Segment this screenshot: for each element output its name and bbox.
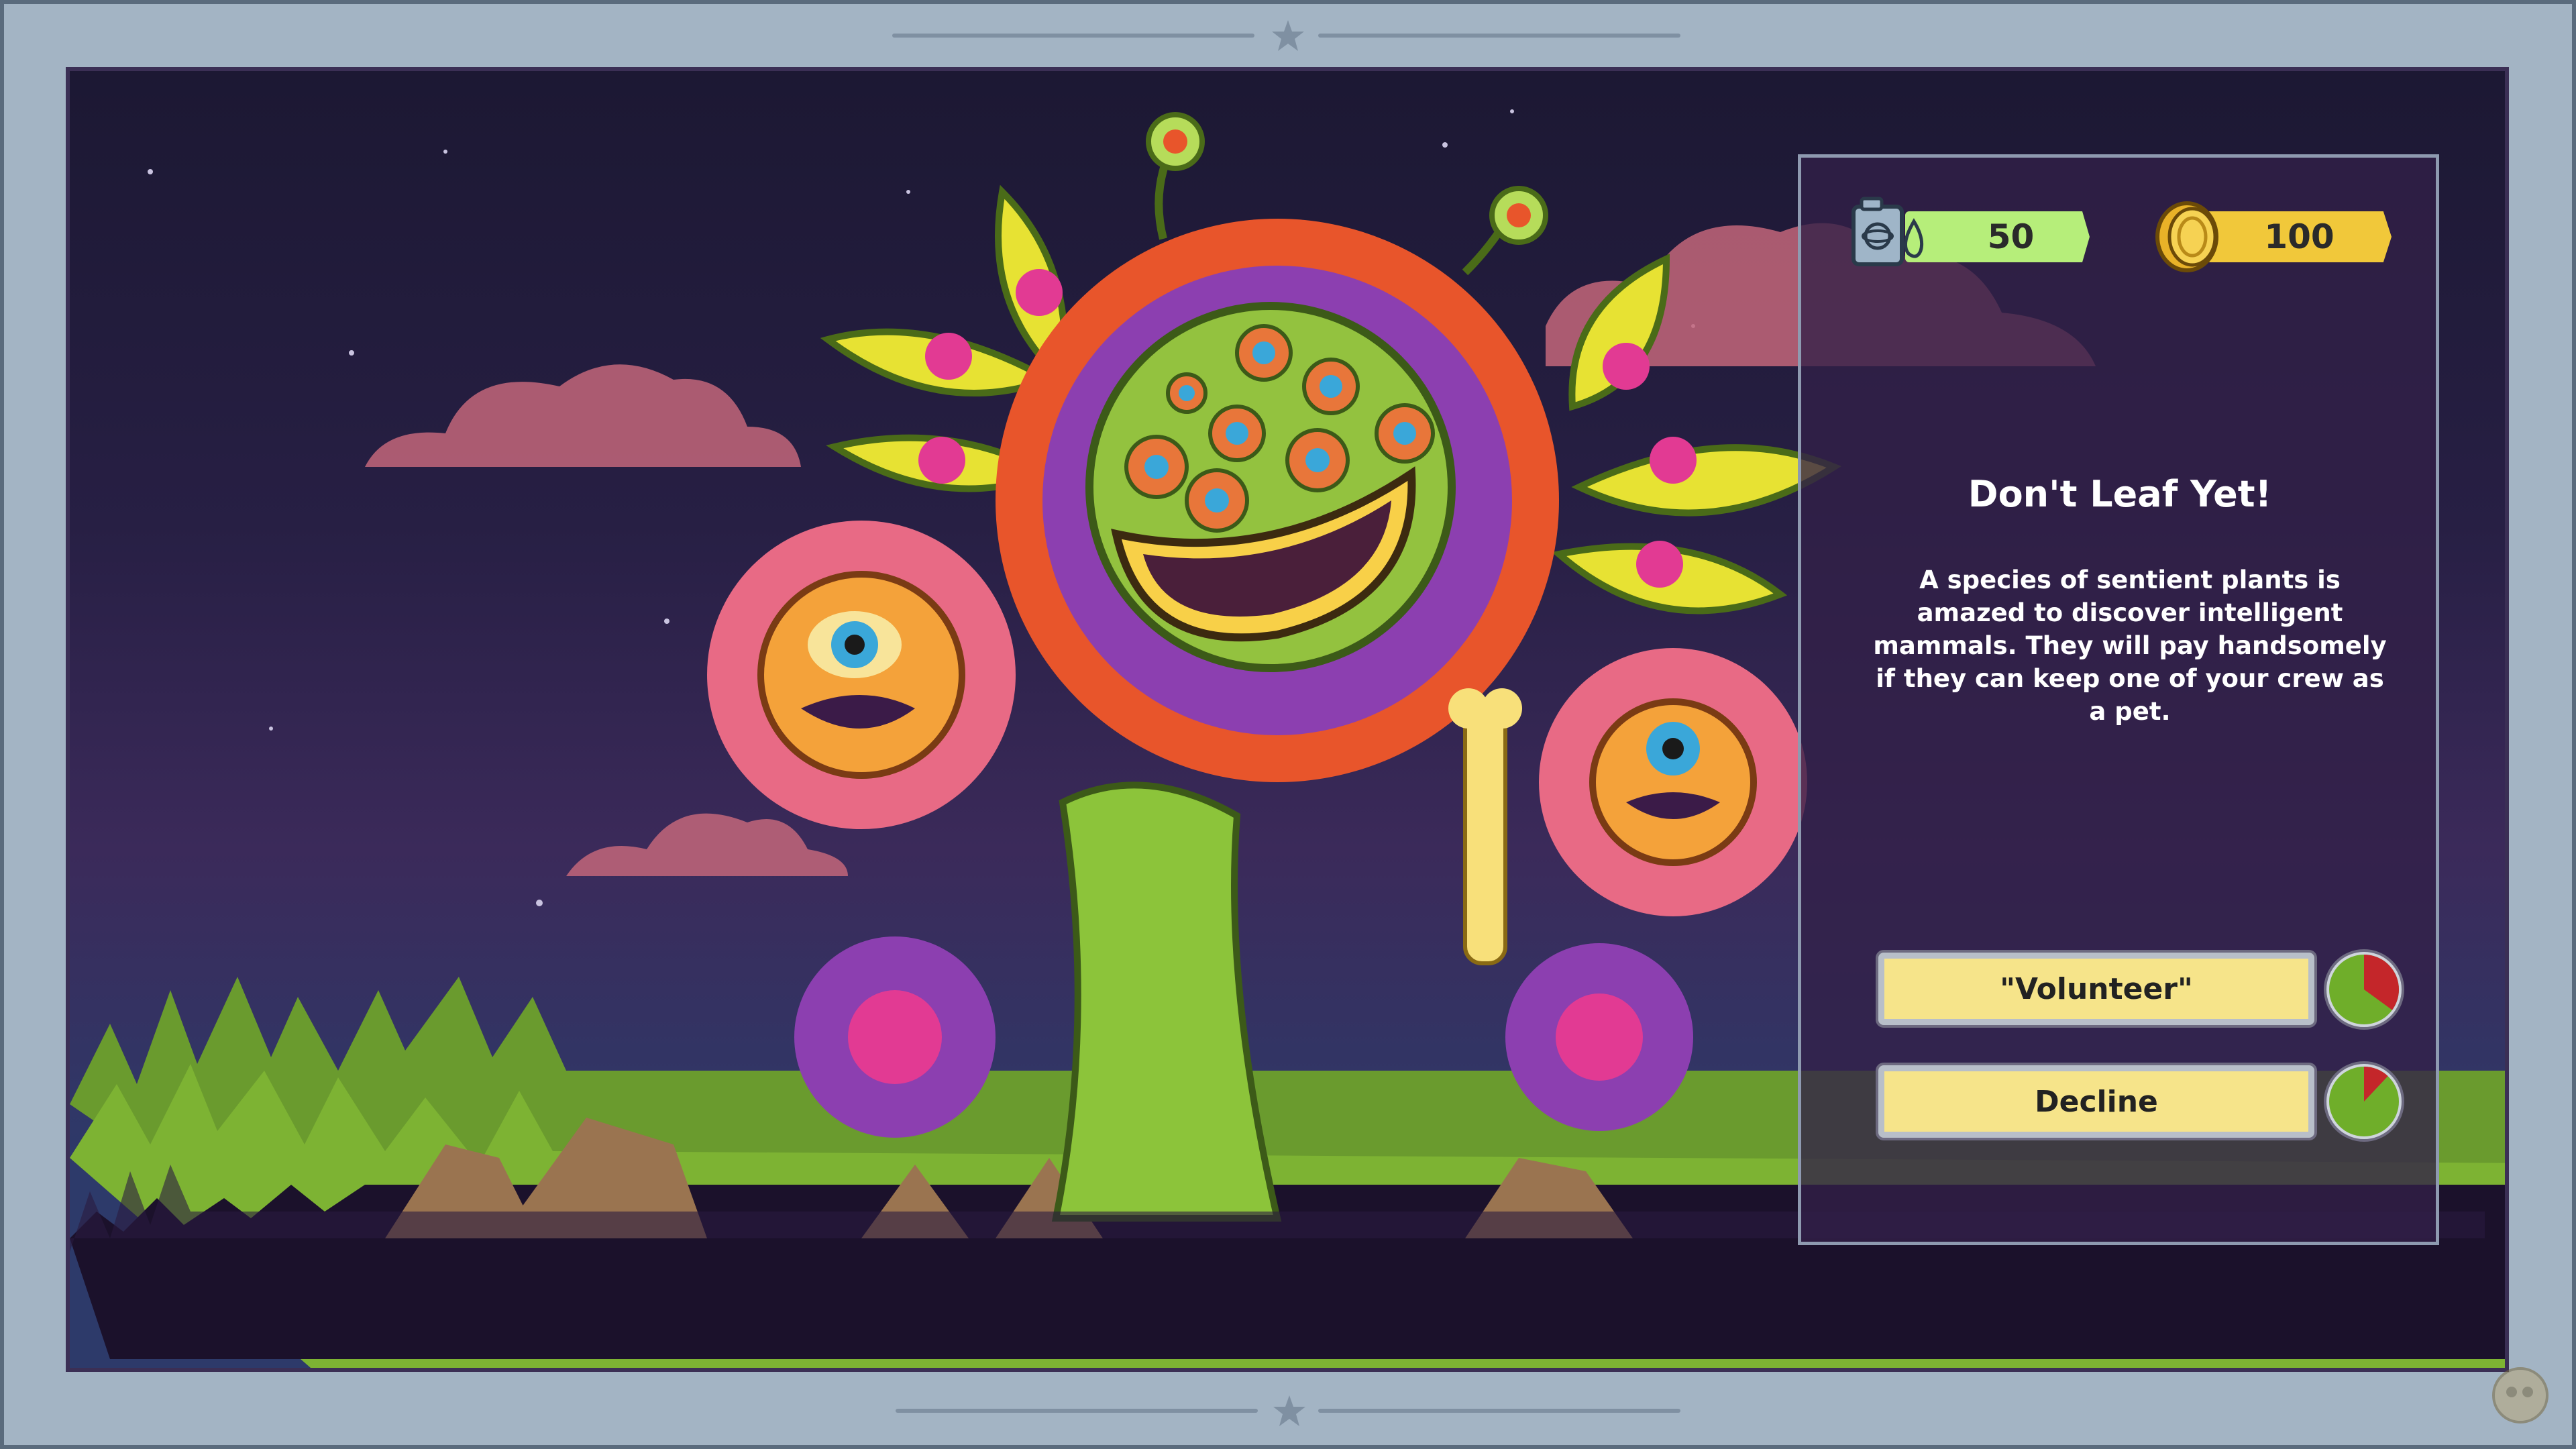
event-description: A species of sentient plants is amazed t… <box>1873 566 2387 726</box>
decline-button[interactable]: Decline <box>1878 1065 2314 1138</box>
volunteer-button[interactable]: "Volunteer" <box>1878 953 2314 1025</box>
fuel-canister-icon <box>1851 197 1924 266</box>
star-icon <box>1273 1395 1305 1426</box>
event-title: Don't Leaf Yet! <box>1968 473 2272 515</box>
top-divider-right <box>1318 34 1680 38</box>
left-flower <box>707 521 1016 829</box>
top-divider-left <box>892 34 1254 38</box>
decline-chance-pie <box>2324 1061 2404 1142</box>
bottom-divider-left <box>896 1409 1258 1413</box>
volunteer-chance-pie <box>2324 949 2404 1030</box>
bottom-divider-right <box>1318 1409 1680 1413</box>
right-flower <box>1539 648 1807 916</box>
coin-icon <box>2155 201 2218 272</box>
star-icon <box>1272 20 1304 51</box>
fuel-counter: 50 <box>1905 211 2090 262</box>
watermark-logo <box>2492 1367 2548 1424</box>
fuel-value: 50 <box>1987 217 2035 256</box>
coin-value: 100 <box>2264 217 2334 256</box>
